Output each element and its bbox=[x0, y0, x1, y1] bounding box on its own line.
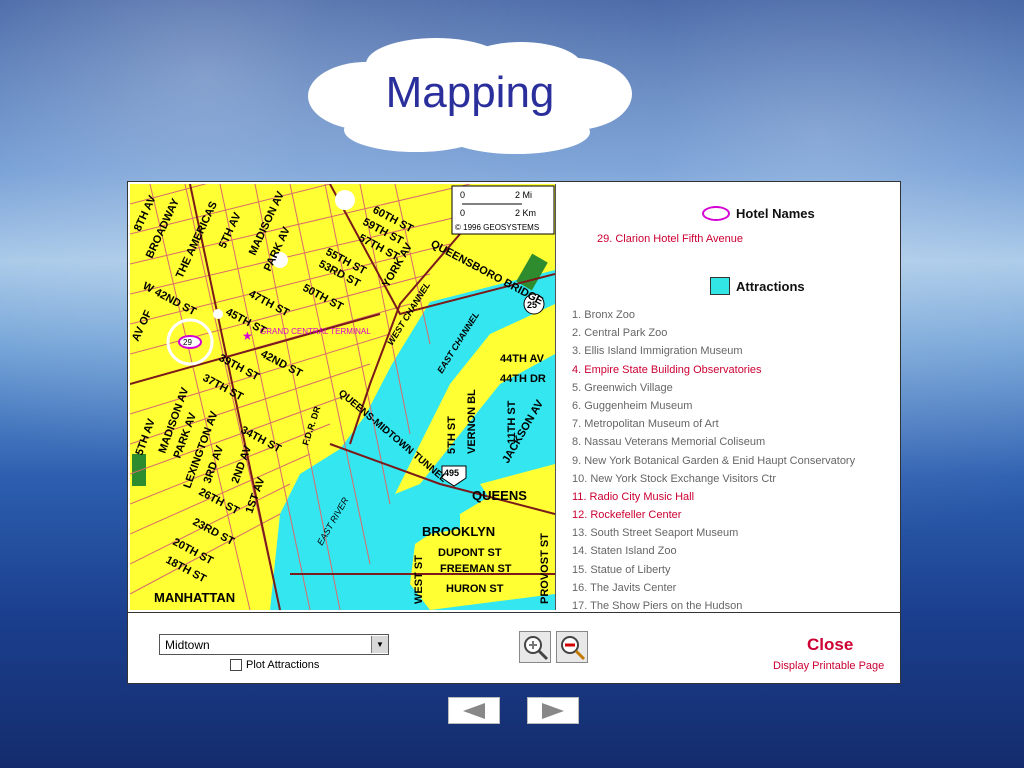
list-item[interactable]: 5. Greenwich Village bbox=[572, 379, 855, 397]
list-item[interactable]: 2. Central Park Zoo bbox=[572, 324, 855, 342]
list-item[interactable]: 12. Rockefeller Center bbox=[572, 506, 855, 524]
list-item[interactable]: 15. Statue of Liberty bbox=[572, 561, 855, 579]
list-item[interactable]: 16. The Javits Center bbox=[572, 579, 855, 597]
list-item[interactable]: 14. Staten Island Zoo bbox=[572, 542, 855, 560]
map-legend: Hotel Names 29. Clarion Hotel Fifth Aven… bbox=[566, 182, 896, 612]
zoom-in-icon bbox=[524, 636, 549, 661]
list-item[interactable]: 13. South Street Seaport Museum bbox=[572, 524, 855, 542]
map-svg: 0 2 Mi 0 2 Km © 1996 GEOSYSTEMS 29 ★ 25 … bbox=[130, 184, 555, 610]
scale-mi-two: 2 Mi bbox=[515, 190, 532, 200]
zoom-out-button[interactable] bbox=[556, 631, 588, 663]
attractions-legend-header: Attractions bbox=[710, 277, 805, 295]
scale-km-two: 2 Km bbox=[515, 208, 536, 218]
svg-text:MANHATTAN: MANHATTAN bbox=[154, 590, 235, 605]
previous-slide-button[interactable] bbox=[448, 697, 500, 724]
next-slide-button[interactable] bbox=[527, 697, 579, 724]
plot-attractions-label: Plot Attractions bbox=[246, 659, 320, 671]
svg-text:PROVOST ST: PROVOST ST bbox=[539, 533, 551, 604]
attractions-list: 1. Bronx Zoo 2. Central Park Zoo 3. Elli… bbox=[572, 306, 855, 615]
close-link[interactable]: Close bbox=[807, 635, 853, 655]
hotel-item[interactable]: 29. Clarion Hotel Fifth Avenue bbox=[597, 233, 743, 245]
list-item[interactable]: 4. Empire State Building Observatories bbox=[572, 361, 855, 379]
printable-page-link[interactable]: Display Printable Page bbox=[773, 660, 884, 672]
attraction-legend-icon bbox=[710, 277, 730, 295]
list-item[interactable]: 10. New York Stock Exchange Visitors Ctr bbox=[572, 470, 855, 488]
attractions-heading: Attractions bbox=[736, 278, 805, 294]
list-item[interactable]: 3. Ellis Island Immigration Museum bbox=[572, 342, 855, 360]
map-controls: Midtown ▼ Plot Attractions Close Display… bbox=[128, 613, 900, 683]
svg-text:5TH ST: 5TH ST bbox=[446, 416, 458, 454]
svg-text:DUPONT ST: DUPONT ST bbox=[438, 547, 502, 559]
svg-text:BROOKLYN: BROOKLYN bbox=[422, 524, 495, 539]
title-cloud: Mapping bbox=[306, 38, 634, 154]
hotel-legend-header: Hotel Names bbox=[702, 206, 815, 221]
scale-km-zero: 0 bbox=[460, 208, 465, 218]
svg-text:QUEENS: QUEENS bbox=[472, 488, 527, 503]
list-item[interactable]: 6. Guggenheim Museum bbox=[572, 397, 855, 415]
map-panel: 0 2 Mi 0 2 Km © 1996 GEOSYSTEMS 29 ★ 25 … bbox=[127, 181, 901, 684]
chevron-down-icon[interactable]: ▼ bbox=[371, 636, 388, 653]
zoom-in-button[interactable] bbox=[519, 631, 551, 663]
list-item[interactable]: 8. Nassau Veterans Memorial Coliseum bbox=[572, 433, 855, 451]
svg-text:VERNON BL: VERNON BL bbox=[466, 389, 478, 454]
svg-text:WEST ST: WEST ST bbox=[413, 555, 425, 604]
map-copyright: © 1996 GEOSYSTEMS bbox=[455, 223, 539, 232]
list-item[interactable]: 11. Radio City Music Hall bbox=[572, 488, 855, 506]
arrow-left-icon bbox=[463, 702, 485, 719]
svg-text:FREEMAN ST: FREEMAN ST bbox=[440, 563, 512, 575]
svg-text:GRAND CENTRAL TERMINAL: GRAND CENTRAL TERMINAL bbox=[260, 327, 371, 336]
hotel-names-heading: Hotel Names bbox=[736, 206, 815, 221]
zoom-out-icon bbox=[561, 636, 586, 661]
list-item[interactable]: 9. New York Botanical Garden & Enid Haup… bbox=[572, 452, 855, 470]
scale-mi-zero: 0 bbox=[460, 190, 465, 200]
svg-text:44TH AV: 44TH AV bbox=[500, 353, 545, 365]
list-item[interactable]: 7. Metropolitan Museum of Art bbox=[572, 415, 855, 433]
checkbox-box[interactable] bbox=[230, 659, 242, 671]
arrow-right-icon bbox=[542, 702, 564, 719]
list-item[interactable]: 1. Bronx Zoo bbox=[572, 306, 855, 324]
svg-text:HURON ST: HURON ST bbox=[446, 583, 504, 595]
plot-attractions-checkbox[interactable]: Plot Attractions bbox=[230, 659, 319, 671]
hotel-marker-number: 29 bbox=[183, 338, 192, 347]
page-title: Mapping bbox=[385, 68, 555, 117]
hotel-marker-legend-icon bbox=[702, 206, 730, 221]
area-select-value: Midtown bbox=[165, 637, 210, 652]
map-view[interactable]: 0 2 Mi 0 2 Km © 1996 GEOSYSTEMS 29 ★ 25 … bbox=[130, 184, 556, 610]
svg-text:44TH DR: 44TH DR bbox=[500, 373, 546, 385]
area-select[interactable]: Midtown ▼ bbox=[159, 634, 389, 655]
